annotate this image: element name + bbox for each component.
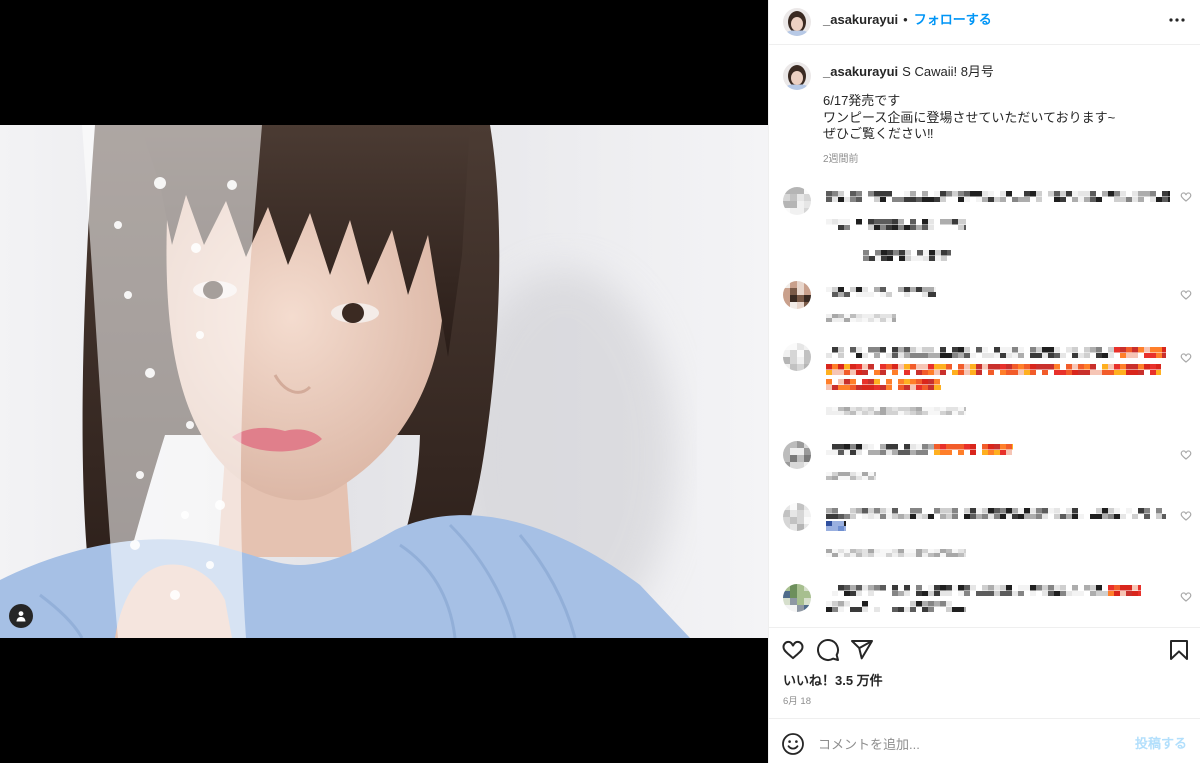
blurred-comment-text (826, 444, 1013, 455)
share-icon[interactable] (850, 638, 874, 662)
blurred-comment-meta (826, 472, 876, 480)
caption-line: 6/17発売です (823, 93, 901, 108)
comment-icon[interactable] (816, 638, 840, 662)
composer-divider (769, 718, 1200, 719)
blurred-comment-text (826, 585, 1141, 596)
comments-list[interactable] (769, 180, 1200, 627)
blurred-comment-meta (826, 314, 896, 322)
heart-icon[interactable] (781, 638, 805, 662)
comment-input[interactable] (818, 735, 1118, 753)
heart-icon[interactable] (1180, 289, 1192, 301)
post-header: _asakurayui • フォローする (769, 0, 1200, 45)
caption-first-line: _asakurayui S Cawaii! 8月号 (823, 64, 994, 80)
heart-icon[interactable] (1180, 191, 1192, 203)
post-photo[interactable] (0, 125, 768, 638)
blurred-comment-text (826, 508, 1166, 519)
commenter-avatar[interactable] (783, 343, 811, 371)
blurred-comment-text (826, 521, 846, 531)
blurred-comment-meta (826, 407, 966, 415)
user-tag-icon[interactable] (9, 604, 33, 628)
heart-icon[interactable] (1180, 352, 1192, 364)
blurred-comment-text (826, 287, 936, 297)
emoji-icon[interactable] (781, 732, 805, 756)
post-details-panel: _asakurayui • フォローする _asakurayui S Cawaii… (768, 0, 1200, 763)
header-user-line: _asakurayui • フォローする (823, 11, 992, 29)
caption-author-avatar[interactable] (783, 62, 811, 90)
post-date: 6月 18 (783, 696, 811, 707)
blurred-comment-meta (826, 549, 966, 557)
commenter-avatar[interactable] (783, 187, 811, 215)
caption-username[interactable]: _asakurayui (823, 64, 898, 79)
follow-button[interactable]: フォローする (914, 11, 992, 29)
separator-dot: • (903, 12, 908, 27)
bookmark-icon[interactable] (1167, 638, 1191, 662)
commenter-avatar[interactable] (783, 281, 811, 309)
author-username[interactable]: _asakurayui (823, 11, 898, 29)
blurred-comment-text (826, 364, 1161, 375)
blurred-comment-text (826, 191, 1170, 202)
post-comment-button[interactable]: 投稿する (1135, 736, 1187, 752)
blurred-comment-text (826, 219, 966, 230)
like-count[interactable]: いいね！3.5 万件 (783, 673, 883, 689)
caption-text: S Cawaii! 8月号 (902, 64, 994, 79)
blurred-comment-text (826, 379, 941, 390)
heart-icon[interactable] (1180, 449, 1192, 461)
caption-timestamp: 2週間前 (823, 154, 859, 165)
more-options-icon[interactable] (1165, 8, 1189, 32)
blurred-comment-text (826, 347, 1166, 358)
commenter-avatar[interactable] (783, 441, 811, 469)
heart-icon[interactable] (1180, 591, 1192, 603)
author-avatar[interactable] (783, 8, 811, 36)
blurred-comment-text (826, 601, 966, 612)
post-media (0, 0, 768, 763)
heart-icon[interactable] (1180, 510, 1192, 522)
actions-divider (769, 627, 1200, 628)
blurred-comment-text (863, 250, 951, 261)
commenter-avatar[interactable] (783, 584, 811, 612)
caption-line: ワンピース企画に登場させていただいております~ (823, 109, 1116, 125)
commenter-avatar[interactable] (783, 503, 811, 531)
caption-body: 6/17発売です ワンピース企画に登場させていただいております~ ぜひご覧くださ… (823, 93, 1115, 143)
caption-line: ぜひご覧ください‼ (823, 126, 934, 141)
